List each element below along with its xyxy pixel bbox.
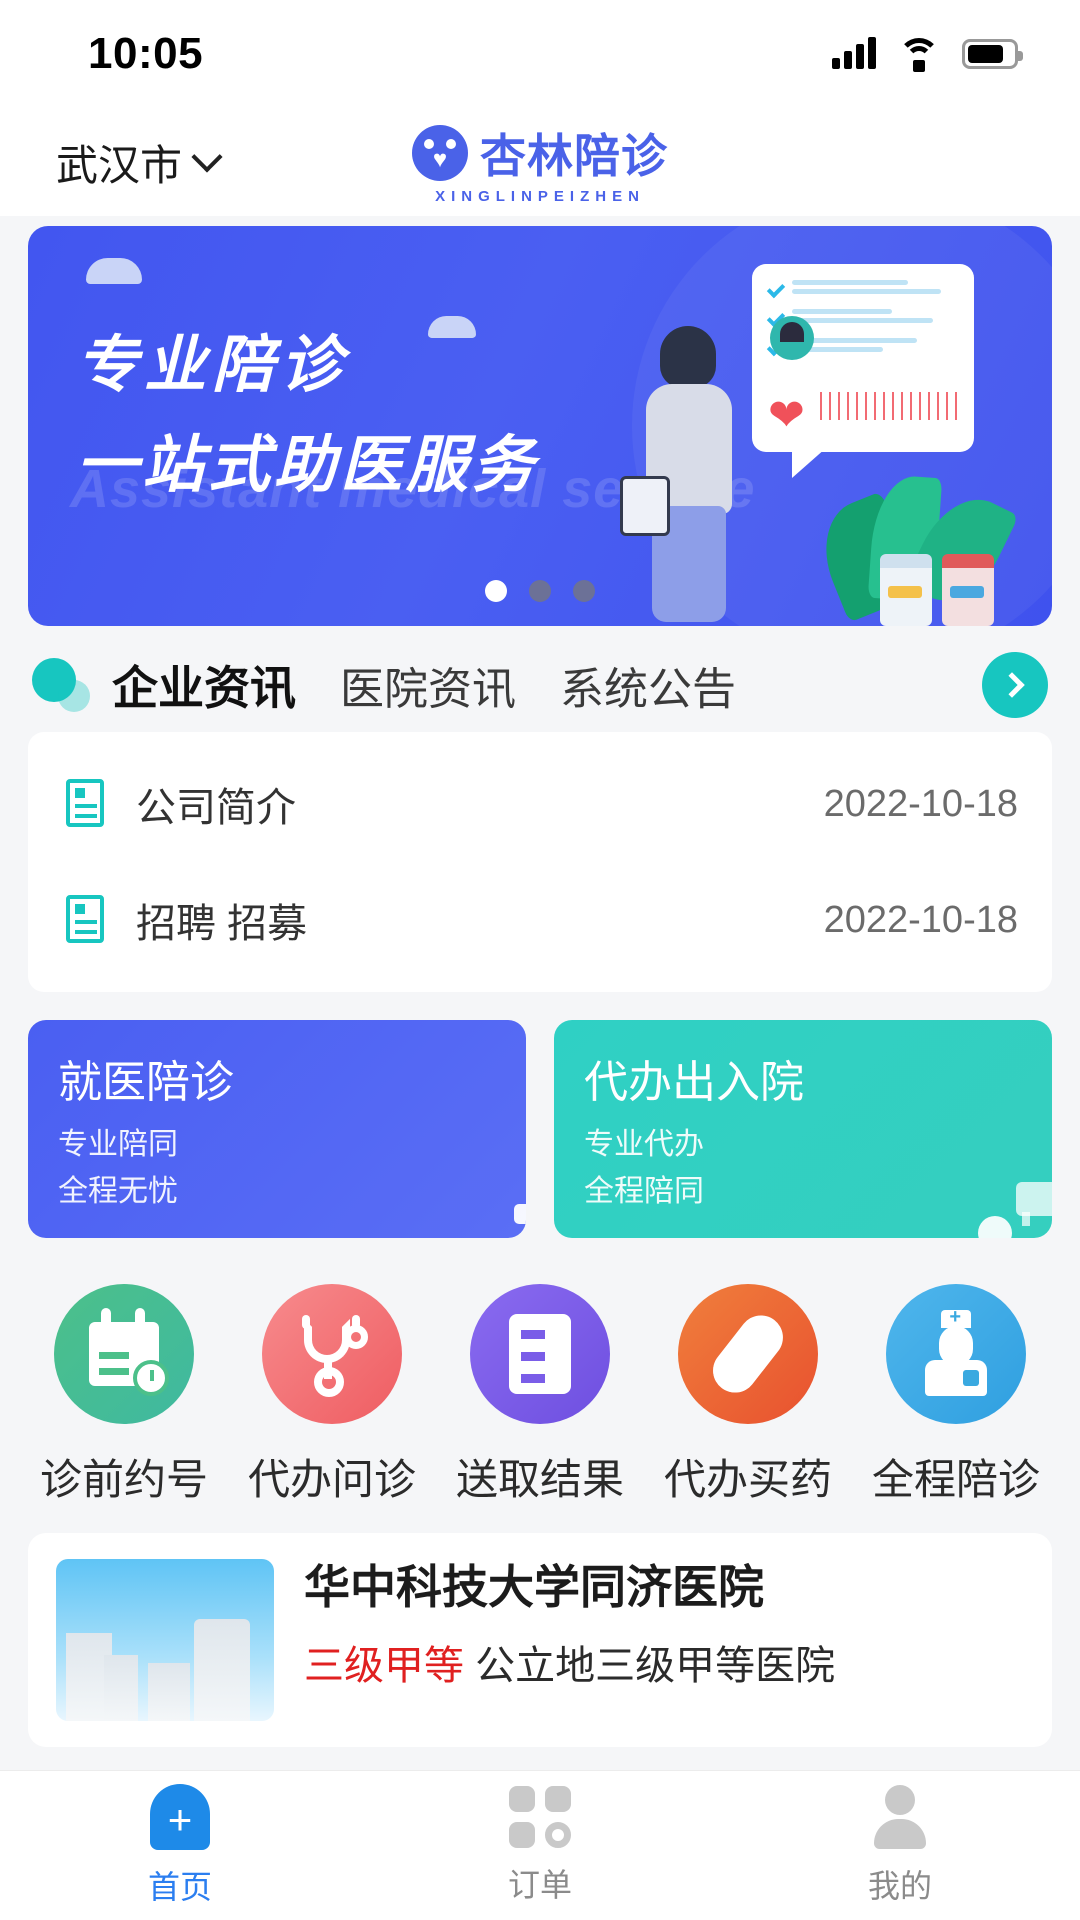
cloud-icon: [86, 258, 142, 284]
stethoscope-icon: [262, 1284, 402, 1424]
service-card-title: 就医陪诊: [58, 1058, 234, 1107]
service-cards: 就医陪诊 专业陪同 全程无忧 代办出入院 专业代办 全程陪同: [28, 1020, 1052, 1238]
service-card-sub1: 专业代办: [584, 1128, 704, 1161]
news-list: 公司简介 2022-10-18 招聘 招募 2022-10-18: [28, 732, 1052, 992]
heart-badge-icon: [412, 124, 468, 181]
tab-hospital-news[interactable]: 医院资讯: [340, 653, 516, 717]
calendar-clock-icon: [54, 1284, 194, 1424]
hospital-level-badge: 三级甲等: [304, 1643, 464, 1688]
hospital-tags: 三级甲等 公立地三级甲等医院: [304, 1633, 1024, 1691]
battery-icon: [962, 39, 1023, 69]
news-title: 公司简介: [136, 786, 296, 830]
quick-action-results[interactable]: 送取结果: [442, 1284, 638, 1507]
service-card-sub1: 专业陪同: [58, 1128, 178, 1161]
hospital-card[interactable]: 华中科技大学同济医院 三级甲等 公立地三级甲等医院: [28, 1533, 1052, 1747]
quick-action-label: 全程陪诊: [871, 1456, 1040, 1503]
status-time: 10:05: [88, 29, 204, 78]
heart-icon: ❤: [768, 391, 805, 440]
pill-capsule-icon: [678, 1284, 818, 1424]
carousel-dots[interactable]: [28, 580, 1052, 602]
signal-bars-icon: [832, 37, 876, 69]
logo-text: 杏林陪诊: [480, 129, 668, 182]
home-plus-icon: [150, 1783, 210, 1850]
hospital-info: 华中科技大学同济医院 三级甲等 公立地三级甲等医院: [304, 1559, 1024, 1721]
news-title: 招聘 招募: [136, 902, 308, 946]
hospital-name: 华中科技大学同济医院: [304, 1561, 764, 1613]
service-card-title: 代办出入院: [584, 1058, 804, 1107]
list-item[interactable]: 公司简介 2022-10-18: [62, 746, 1018, 862]
check-icon: [766, 279, 786, 299]
tab-home[interactable]: 首页: [0, 1771, 360, 1920]
banner-plant-illustration: [808, 473, 1019, 626]
service-card-sub2: 全程无忧: [58, 1174, 178, 1208]
quick-action-label: 代办问诊: [247, 1456, 416, 1503]
news-tabs: 企业资讯 医院资讯 系统公告: [112, 652, 956, 718]
tab-enterprise-news[interactable]: 企业资讯: [112, 652, 296, 718]
quick-action-appointment[interactable]: 诊前约号: [26, 1284, 222, 1507]
carousel-dot[interactable]: [485, 580, 507, 602]
bottom-tab-bar: 首页 订单 我的: [0, 1770, 1080, 1920]
service-card-sub2: 全程陪同: [584, 1174, 704, 1208]
tab-label: 首页: [147, 1868, 212, 1905]
quick-action-fullcare[interactable]: 全程陪诊: [858, 1284, 1054, 1507]
news-document-icon: [62, 893, 110, 947]
hospital-building-photo: [56, 1559, 274, 1721]
city-label: 武汉市: [56, 141, 183, 189]
news-date: 2022-10-18: [823, 898, 1018, 941]
avatar: [770, 316, 814, 360]
tab-label: 订单: [507, 1866, 572, 1903]
service-card-admission[interactable]: 代办出入院 专业代办 全程陪同: [554, 1020, 1052, 1238]
tab-profile[interactable]: 我的: [720, 1771, 1080, 1920]
status-icons: [832, 37, 1023, 72]
wifi-icon: [898, 38, 940, 72]
quick-action-medicine[interactable]: 代办买药: [650, 1284, 846, 1507]
carousel-dot[interactable]: [573, 580, 595, 602]
tab-orders[interactable]: 订单: [360, 1771, 720, 1920]
city-selector[interactable]: 武汉市: [56, 132, 223, 193]
app-screen: 10:05 武汉市 杏林陪诊 XINGLINPEIZHEN 专业陪诊 一站式助医…: [0, 0, 1080, 1920]
grid-orders-icon: [509, 1785, 571, 1848]
news-date: 2022-10-18: [823, 782, 1018, 825]
quick-action-label: 诊前约号: [39, 1456, 208, 1503]
promo-banner-carousel[interactable]: 专业陪诊 一站式助医服务 Assistant medical service ❤: [28, 226, 1052, 626]
banner-checklist-art: ❤: [752, 264, 974, 478]
news-more-button[interactable]: [982, 652, 1048, 718]
list-item[interactable]: 招聘 招募 2022-10-18: [62, 862, 1018, 978]
user-profile-icon: [872, 1784, 928, 1849]
quick-action-label: 代办买药: [663, 1456, 832, 1503]
app-logo: 杏林陪诊 XINGLINPEIZHEN: [412, 120, 668, 205]
quick-action-label: 送取结果: [455, 1456, 624, 1503]
ecg-line-icon: [820, 392, 958, 420]
quick-action-consult[interactable]: 代办问诊: [234, 1284, 430, 1507]
chevron-right-icon: [999, 672, 1025, 698]
news-tab-bar: 企业资讯 医院资讯 系统公告: [0, 626, 1080, 732]
quick-action-grid: 诊前约号 代办问诊 送取结果 代办买药 全程陪诊: [0, 1266, 1080, 1517]
logo-row: 杏林陪诊: [412, 120, 668, 186]
tab-label: 我的: [867, 1867, 932, 1904]
tab-system-notice[interactable]: 系统公告: [560, 653, 736, 717]
banner-title-line1: 专业陪诊: [76, 331, 349, 400]
chevron-down-icon: [191, 141, 223, 173]
status-bar: 10:05: [0, 0, 1080, 108]
carousel-dot[interactable]: [529, 580, 551, 602]
teal-dot-marker-icon: [32, 658, 90, 712]
nurse-icon: [886, 1284, 1026, 1424]
news-document-icon: [62, 777, 110, 831]
app-header: 武汉市 杏林陪诊 XINGLINPEIZHEN: [0, 108, 1080, 216]
hospital-type-text: 公立地三级甲等医院: [464, 1643, 836, 1688]
logo-subtext: XINGLINPEIZHEN: [435, 187, 645, 205]
cloud-icon: [428, 316, 476, 338]
service-card-accompany[interactable]: 就医陪诊 专业陪同 全程无忧: [28, 1020, 526, 1238]
document-icon: [470, 1284, 610, 1424]
